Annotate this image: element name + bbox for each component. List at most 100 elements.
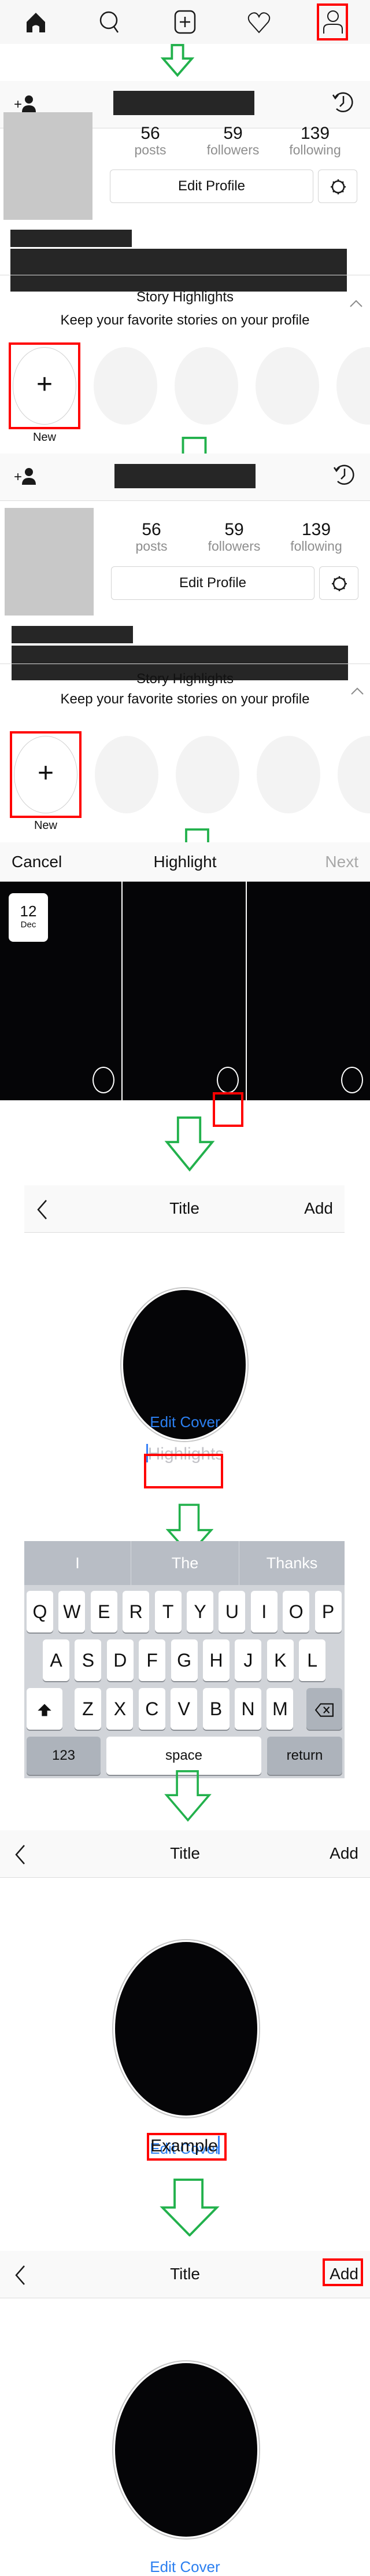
settings-button[interactable] bbox=[319, 566, 358, 600]
highlight-title-input[interactable]: Example bbox=[0, 2136, 370, 2156]
date-badge: 12 Dec bbox=[9, 893, 48, 942]
key-g[interactable]: G bbox=[171, 1639, 198, 1681]
key-h[interactable]: H bbox=[203, 1639, 230, 1681]
activity-heart-icon[interactable] bbox=[245, 8, 273, 36]
highlight-placeholder bbox=[256, 347, 319, 425]
edit-profile-button[interactable]: Edit Profile bbox=[110, 169, 313, 203]
key-u[interactable]: U bbox=[219, 1591, 246, 1632]
highlight-placeholder bbox=[257, 736, 320, 813]
stat-following[interactable]: 139 following bbox=[283, 124, 347, 157]
edit-profile-button[interactable]: Edit Profile bbox=[111, 566, 314, 600]
key-a[interactable]: A bbox=[43, 1639, 69, 1681]
stat-posts[interactable]: 56 posts bbox=[120, 521, 183, 554]
backspace-icon bbox=[314, 1703, 334, 1717]
story-thumbnail[interactable] bbox=[123, 882, 246, 1100]
add-button[interactable]: Add bbox=[330, 2265, 358, 2283]
profile-avatar[interactable] bbox=[3, 112, 92, 220]
key-l[interactable]: L bbox=[299, 1639, 326, 1681]
key-d[interactable]: D bbox=[106, 1639, 134, 1681]
edit-cover-link[interactable]: Edit Cover bbox=[0, 2558, 370, 2576]
suggestion-item[interactable]: The bbox=[131, 1541, 239, 1585]
profile-avatar[interactable] bbox=[5, 508, 94, 616]
date-month: Dec bbox=[20, 920, 36, 930]
shift-arrow-icon bbox=[38, 1704, 51, 1716]
key-p[interactable]: P bbox=[314, 1591, 342, 1632]
archive-history-icon[interactable] bbox=[330, 89, 355, 115]
key-m[interactable]: M bbox=[267, 1688, 294, 1730]
edit-cover-link[interactable]: Edit Cover bbox=[0, 1413, 370, 1431]
title-screen-header: Title Add bbox=[0, 1830, 370, 1878]
stat-value: 139 bbox=[301, 520, 331, 539]
collapse-chevron-icon[interactable] bbox=[350, 686, 364, 695]
numbers-key[interactable]: 123 bbox=[27, 1737, 101, 1775]
key-j[interactable]: J bbox=[235, 1639, 262, 1681]
key-n[interactable]: N bbox=[235, 1688, 261, 1730]
story-thumbnail[interactable] bbox=[247, 882, 370, 1100]
svg-text:+: + bbox=[14, 469, 22, 485]
next-button[interactable]: Next bbox=[325, 853, 358, 871]
plus-icon: + bbox=[37, 758, 54, 788]
key-q[interactable]: Q bbox=[27, 1591, 53, 1632]
key-t[interactable]: T bbox=[154, 1591, 182, 1632]
settings-button[interactable] bbox=[318, 169, 357, 203]
text-caret bbox=[217, 2136, 220, 2154]
stat-value: 56 bbox=[140, 124, 160, 143]
profile-header: + bbox=[0, 454, 370, 501]
select-circle-icon[interactable] bbox=[92, 1067, 114, 1093]
new-highlight-button[interactable]: + bbox=[14, 736, 77, 813]
key-z[interactable]: Z bbox=[75, 1688, 101, 1730]
key-x[interactable]: X bbox=[106, 1688, 134, 1730]
select-circle-icon[interactable] bbox=[341, 1067, 363, 1093]
key-y[interactable]: Y bbox=[187, 1591, 213, 1632]
keyboard: I The Thanks QWERTYUIOP ASDFGHJKL ZXCVBN… bbox=[24, 1541, 345, 1778]
add-button[interactable]: Add bbox=[330, 1844, 358, 1863]
stat-label: followers bbox=[206, 142, 260, 157]
story-highlights-title: Story Highlights bbox=[136, 289, 234, 305]
key-f[interactable]: F bbox=[139, 1639, 166, 1681]
username-redacted bbox=[114, 464, 256, 488]
archive-history-icon[interactable] bbox=[331, 462, 356, 487]
key-o[interactable]: O bbox=[283, 1591, 310, 1632]
key-k[interactable]: K bbox=[267, 1639, 294, 1681]
stat-followers[interactable]: 59 followers bbox=[201, 124, 265, 157]
search-icon[interactable] bbox=[96, 8, 124, 36]
return-key[interactable]: return bbox=[267, 1737, 342, 1775]
story-highlights-subtitle: Keep your favorite stories on your profi… bbox=[60, 312, 310, 328]
select-circle-icon[interactable] bbox=[217, 1067, 239, 1093]
date-day: 12 bbox=[20, 902, 37, 920]
key-v[interactable]: V bbox=[171, 1688, 198, 1730]
key-r[interactable]: R bbox=[123, 1591, 150, 1632]
stat-posts[interactable]: 56 posts bbox=[119, 124, 182, 157]
new-post-icon[interactable] bbox=[171, 8, 199, 36]
stat-following[interactable]: 139 following bbox=[284, 520, 348, 554]
add-button[interactable]: Add bbox=[304, 1199, 333, 1218]
new-highlight-button[interactable]: + bbox=[13, 347, 76, 425]
title-placeholder: Highlights bbox=[147, 1444, 224, 1464]
story-thumbnail[interactable]: 12 Dec bbox=[0, 882, 121, 1100]
key-i[interactable]: I bbox=[250, 1591, 278, 1632]
title-screen-header: Title Add bbox=[0, 2251, 370, 2298]
backspace-key[interactable] bbox=[306, 1688, 342, 1730]
stat-followers[interactable]: 59 followers bbox=[202, 521, 266, 554]
key-c[interactable]: C bbox=[138, 1688, 165, 1730]
highlight-title-input[interactable]: Highlights bbox=[0, 1444, 370, 1464]
shift-key[interactable] bbox=[27, 1688, 62, 1730]
title-screen-title: Title bbox=[169, 1199, 199, 1217]
add-person-icon[interactable]: + bbox=[13, 464, 38, 489]
key-s[interactable]: S bbox=[75, 1639, 102, 1681]
suggestion-item[interactable]: Thanks bbox=[239, 1541, 345, 1585]
highlight-cover bbox=[115, 1942, 257, 2116]
title-screen-title: Title bbox=[170, 1844, 200, 1862]
key-e[interactable]: E bbox=[90, 1591, 117, 1632]
plus-icon: + bbox=[36, 369, 53, 400]
home-icon[interactable] bbox=[22, 8, 50, 36]
collapse-chevron-icon[interactable] bbox=[349, 298, 363, 308]
space-key[interactable]: space bbox=[106, 1737, 261, 1775]
tab-bar bbox=[0, 0, 370, 44]
profile-icon[interactable] bbox=[319, 8, 347, 36]
key-w[interactable]: W bbox=[58, 1591, 86, 1632]
key-b[interactable]: B bbox=[202, 1688, 230, 1730]
suggestion-item[interactable]: I bbox=[24, 1541, 131, 1585]
stat-label: following bbox=[289, 142, 341, 157]
highlight-placeholder bbox=[176, 736, 239, 813]
